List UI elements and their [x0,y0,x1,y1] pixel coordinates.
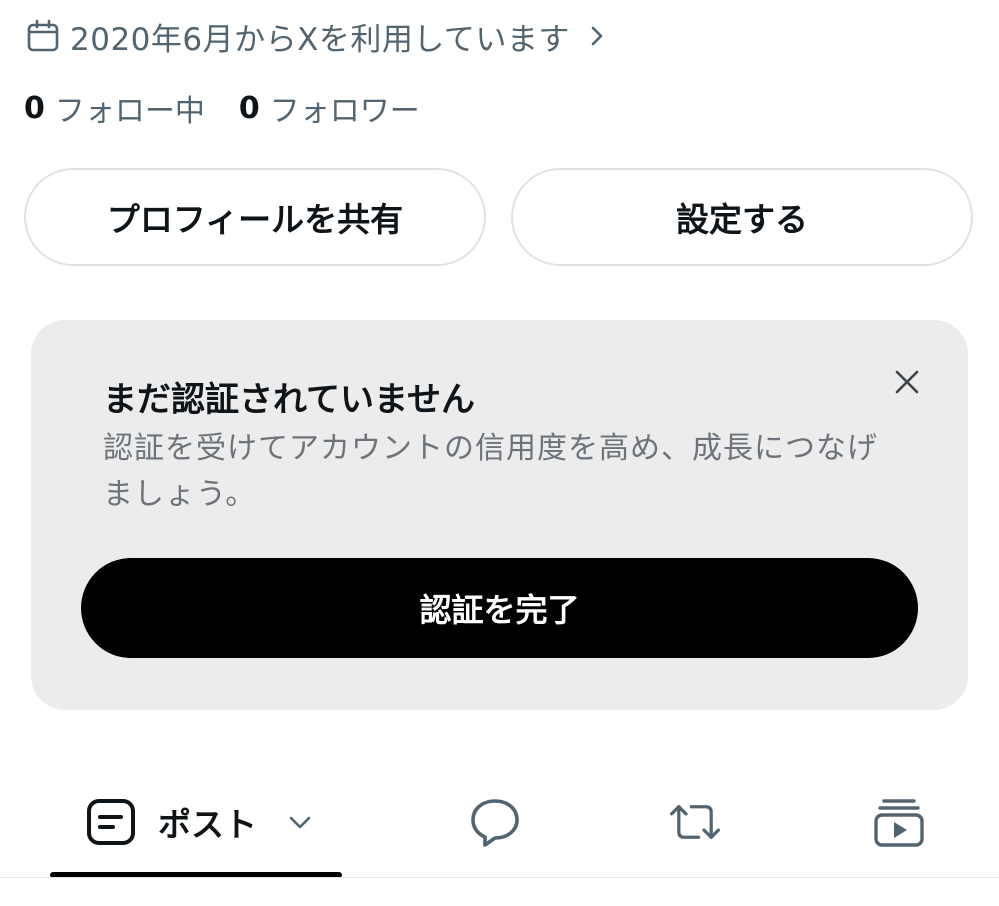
joined-date-text: 2020年6月からXを利用しています [70,21,570,58]
followers-label[interactable]: フォロワー [270,86,420,130]
verification-description: 認証を受けてアカウントの信用度を高め、成長につなげましょう。 [103,431,878,512]
setup-profile-button[interactable]: 設定する [511,168,973,266]
complete-verification-button[interactable]: 認証を完了 [81,558,918,658]
close-icon[interactable] [889,364,925,400]
following-count[interactable]: 0 [24,91,45,126]
following-label[interactable]: フォロー中 [55,86,205,130]
tab-reposts[interactable] [668,770,722,874]
verification-card: まだ認証されていません 認証を受けてアカウントの信用度を高め、成長につなげましょ… [31,320,968,710]
profile-screen: 2020年6月からXを利用しています 0 フォロー中 0 フォロワー プロフィー… [0,0,999,906]
repost-icon [668,795,722,849]
profile-tab-bar: ポスト [0,770,999,878]
tab-posts[interactable]: ポスト [86,770,313,874]
tab-replies[interactable] [468,770,522,874]
speech-bubble-icon [468,795,522,849]
follow-counts: 0 フォロー中 0 フォロワー [24,86,420,130]
video-stack-icon [872,795,926,849]
posts-icon [86,797,136,847]
share-profile-button[interactable]: プロフィールを共有 [24,168,486,266]
calendar-icon [26,19,60,53]
chevron-right-icon [586,25,608,47]
tab-bar-divider [0,877,999,878]
chevron-down-icon[interactable] [287,809,313,835]
tab-videos[interactable] [872,770,926,874]
tab-posts-label: ポスト [158,805,257,844]
joined-date-row[interactable]: 2020年6月からXを利用しています [26,14,608,58]
followers-count[interactable]: 0 [239,91,260,126]
verification-title: まだ認証されていません [103,380,475,420]
